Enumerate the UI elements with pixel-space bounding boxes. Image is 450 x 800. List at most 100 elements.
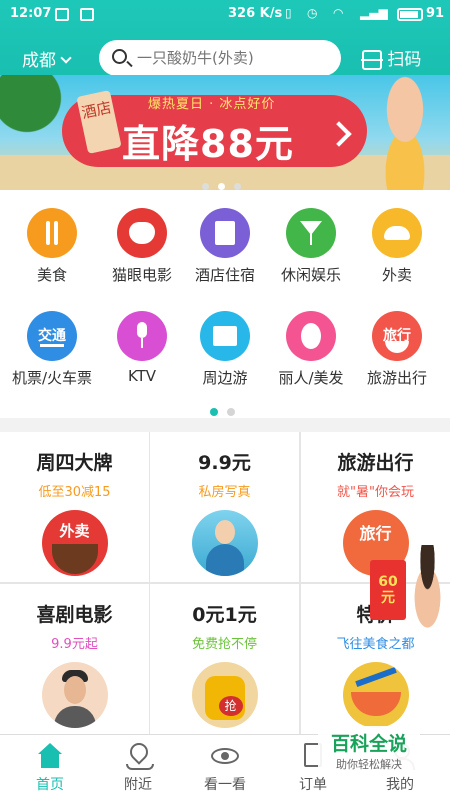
battery-level: 91 (426, 6, 445, 21)
gallery-icon (80, 8, 94, 21)
category-food[interactable]: 美食 (7, 208, 97, 285)
icon-text: 交通 (38, 328, 66, 344)
promo-title: 周四大牌 (36, 452, 113, 474)
location-pin-icon (124, 743, 154, 770)
city-label: 成都 (22, 51, 56, 71)
actor-body (53, 706, 96, 728)
status-bar: 12:07 326 K/s ▯ ◷ ◠ ▂▄▆ 91 (0, 0, 450, 30)
nav-label: 看一看 (204, 777, 246, 793)
portrait-head (214, 520, 235, 544)
nav-label: 首页 (36, 777, 64, 793)
category-nearby-tour[interactable]: 周边游 (180, 311, 270, 388)
nav-label: 我的 (386, 777, 414, 793)
wifi-icon: ◠ (333, 6, 344, 20)
category-maoyan-movie[interactable]: 猫眼电影 (97, 208, 187, 285)
search-input[interactable] (137, 46, 332, 70)
notification-icon (55, 8, 69, 21)
nav-discover[interactable]: 看一看 (180, 735, 270, 800)
scan-button[interactable]: 扫码 (361, 45, 422, 70)
banner-dot[interactable] (202, 183, 209, 190)
category-label: 休闲娱乐 (280, 266, 341, 284)
flight-food-image (342, 662, 409, 728)
hotpot-image (350, 692, 401, 716)
promo-title: 9.9元 (198, 452, 251, 474)
category-label: 机票/火车票 (11, 369, 93, 387)
category-label: 丽人/美发 (278, 369, 344, 387)
top-header: 12:07 326 K/s ▯ ◷ ◠ ▂▄▆ 91 成都 扫码 (0, 0, 450, 76)
eye-icon (211, 743, 239, 769)
scan-icon (361, 50, 383, 70)
landscape-icon (200, 311, 250, 361)
category-travel[interactable]: 旅行 旅游出行 (352, 311, 442, 388)
city-selector[interactable]: 成都 (22, 46, 72, 71)
search-bar[interactable] (99, 40, 341, 76)
vibrate-icon: ▯ (285, 6, 292, 20)
promo-badge: 外卖 (49, 520, 100, 542)
watermelon-icon: 旅行 (372, 311, 422, 361)
app-screen: 12:07 326 K/s ▯ ◷ ◠ ▂▄▆ 91 成都 扫码 酒店 爆热夏 (0, 0, 450, 800)
category-label: 外卖 (381, 266, 412, 284)
fork-knife-icon (27, 208, 77, 258)
promo-tile-photo[interactable]: 9.9元 私房写真 (150, 432, 299, 582)
portrait-photo-image (191, 510, 258, 576)
pager-dot[interactable] (227, 408, 235, 416)
category-beauty[interactable]: 丽人/美发 (266, 311, 356, 388)
category-hotel[interactable]: 酒店住宿 (180, 208, 270, 285)
promo-title: 喜剧电影 (36, 604, 113, 626)
lucky-bag-image: 抢 (191, 662, 258, 728)
takeout-food-image: 外卖 (41, 510, 108, 576)
promo-subtitle: 9.9元起 (51, 637, 98, 652)
chevron-down-icon (60, 52, 72, 64)
red-packet-amount: 60 元 (378, 574, 398, 606)
bowl-image (51, 544, 98, 574)
watermark-logo: 百科全说 助你轻松解决 (318, 726, 420, 776)
mic-icon (117, 311, 167, 361)
grab-badge: 抢 (218, 696, 243, 716)
red-packet-floating[interactable]: 60 元 (370, 560, 406, 620)
nav-label: 订单 (299, 777, 327, 793)
category-takeout[interactable]: 外卖 (352, 208, 442, 285)
category-label: 猫眼电影 (111, 266, 172, 284)
scan-label: 扫码 (387, 50, 422, 70)
banner-dot[interactable] (234, 183, 241, 190)
red-packet-model-image (405, 545, 450, 650)
promo-subtitle: 低至30减15 (38, 485, 111, 500)
kangaroo-icon (372, 208, 422, 258)
promo-badge: 旅行 (359, 524, 392, 543)
category-label: 美食 (36, 266, 67, 284)
banner-model-image (360, 75, 450, 190)
portrait-body (205, 544, 244, 576)
cat-icon (117, 208, 167, 258)
category-label: 旅游出行 (366, 369, 427, 387)
signal-icon: ▂▄▆ (360, 6, 388, 20)
pager-dot[interactable] (210, 408, 218, 416)
network-speed: 326 K/s (228, 6, 283, 21)
hotel-icon (200, 208, 250, 258)
alarm-icon: ◷ (307, 6, 318, 20)
home-icon (36, 743, 64, 769)
battery-icon (397, 8, 423, 21)
category-ktv[interactable]: KTV (97, 311, 187, 385)
promo-tile-comedy-movie[interactable]: 喜剧电影 9.9元起 (0, 584, 149, 734)
category-grid: 美食 猫眼电影 酒店住宿 休闲娱乐 外卖 交通 机票/火车票 KTV 周边游 丽… (0, 190, 450, 418)
promo-tile-free-grab[interactable]: 0元1元 免费抢不停 抢 (150, 584, 299, 734)
category-tickets[interactable]: 交通 机票/火车票 (7, 311, 97, 388)
banner-headline: 直降88元 (122, 122, 294, 166)
category-pager (210, 401, 244, 420)
icon-text: 旅行 (383, 328, 411, 344)
nav-label: 附近 (124, 777, 152, 793)
category-label: 周边游 (202, 369, 248, 387)
category-label: 酒店住宿 (194, 266, 255, 284)
promo-subtitle: 免费抢不停 (191, 637, 257, 652)
promo-title: 旅游出行 (337, 452, 414, 474)
search-icon (112, 49, 127, 64)
nav-home[interactable]: 首页 (5, 735, 95, 800)
category-label: KTV (127, 367, 157, 385)
nav-nearby[interactable]: 附近 (93, 735, 183, 800)
watermark-tagline: 助你轻松解决 (336, 758, 402, 771)
cocktail-icon (286, 208, 336, 258)
promo-tile-brand-thursday[interactable]: 周四大牌 低至30减15 外卖 (0, 432, 149, 582)
promo-banner[interactable]: 酒店 爆热夏日 · 冰点好价 直降88元 (0, 75, 450, 190)
category-leisure[interactable]: 休闲娱乐 (266, 208, 356, 285)
banner-dot[interactable] (218, 183, 225, 190)
